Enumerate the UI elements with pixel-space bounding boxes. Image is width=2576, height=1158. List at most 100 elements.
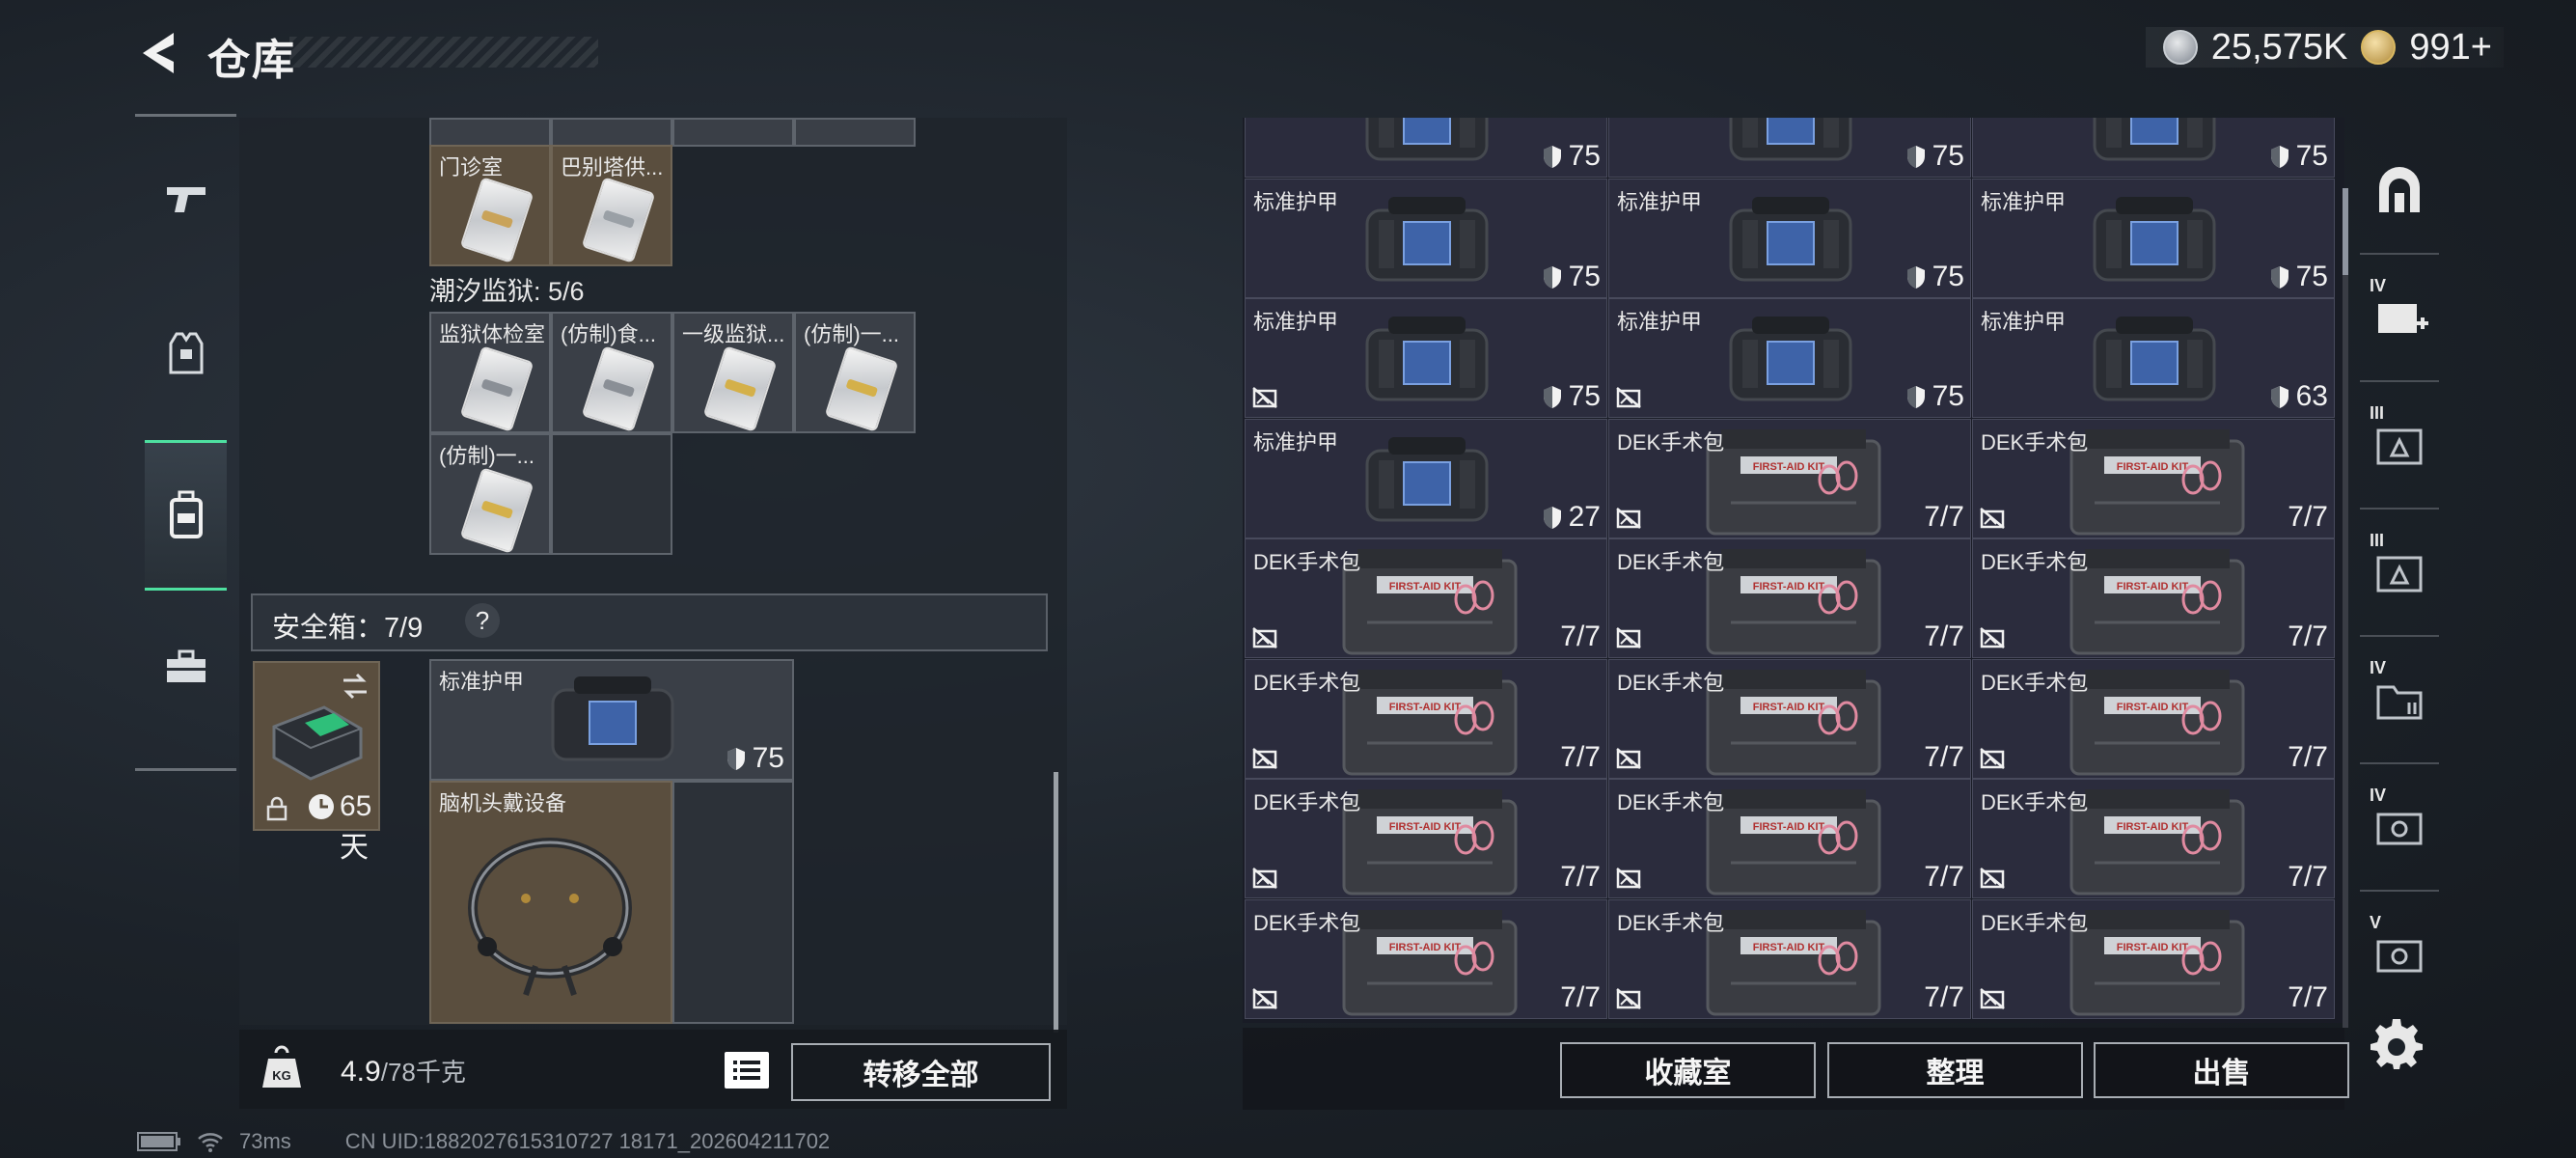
keycard-icon bbox=[581, 345, 656, 431]
stash-tab-3a[interactable]: III bbox=[2360, 382, 2439, 510]
item-label: 标准护甲 bbox=[1253, 429, 1339, 455]
item-value: 7/7 bbox=[2288, 861, 2328, 894]
inventory-footer: KG 4.9/78千克 转移全部 bbox=[239, 1030, 1067, 1109]
safe-item-headset[interactable]: 脑机头戴设备 bbox=[429, 781, 672, 1024]
expiry-days: 65天 bbox=[340, 790, 372, 864]
keycard-icon bbox=[459, 345, 534, 431]
keycard-cell[interactable]: (仿制)一... bbox=[429, 433, 551, 555]
nav-armor[interactable] bbox=[145, 281, 227, 426]
transfer-all-button[interactable]: 转移全部 bbox=[791, 1043, 1051, 1101]
kit-label-text: FIRST-AID KIT bbox=[1753, 581, 1825, 593]
gear-icon bbox=[2370, 1019, 2423, 1069]
first-aid-kit-icon: FIRST-AID KIT bbox=[1342, 549, 1518, 655]
stash-item-armor[interactable]: 标准护甲 75 bbox=[1608, 178, 1971, 298]
keycard-cell[interactable]: (仿制)食... bbox=[551, 312, 672, 433]
stash-item-first-aid-kit[interactable]: FIRST-AID KIT DEK手术包 7/7 bbox=[1972, 538, 2335, 658]
help-button[interactable]: ? bbox=[465, 603, 500, 638]
crate-storage-icon bbox=[2376, 813, 2423, 845]
stash-item-armor[interactable]: 标准护甲 75 bbox=[1972, 178, 2335, 298]
value-text: 7/7 bbox=[1924, 620, 1964, 652]
item-value: 7/7 bbox=[2288, 620, 2328, 653]
item-label: 脑机头戴设备 bbox=[439, 791, 567, 815]
keycard-cell[interactable]: (仿制)一... bbox=[794, 312, 916, 433]
stash-item-first-aid-kit[interactable]: FIRST-AID KIT DEK手术包 7/7 bbox=[1245, 538, 1607, 658]
list-icon bbox=[733, 1061, 760, 1080]
item-label: DEK手术包 bbox=[1981, 910, 2089, 935]
sell-button[interactable]: 出售 bbox=[2094, 1042, 2349, 1098]
left-scrollbar[interactable] bbox=[1054, 772, 1058, 1033]
no-image-icon bbox=[1252, 627, 1277, 648]
right-scrollbar-thumb[interactable] bbox=[2343, 188, 2348, 275]
stash-item-first-aid-kit[interactable]: FIRST-AID KIT DEK手术包 7/7 bbox=[1245, 658, 1607, 779]
item-label: DEK手术包 bbox=[1253, 550, 1361, 574]
settings-button[interactable] bbox=[2370, 1018, 2424, 1072]
stash-item-first-aid-kit[interactable]: FIRST-AID KIT DEK手术包 7/7 bbox=[1972, 418, 2335, 538]
safe-box-label: 安全箱：7/9 bbox=[272, 613, 424, 644]
page-title: 仓库 bbox=[207, 37, 296, 84]
stash-item-armor[interactable]: 标准护甲 75 bbox=[1245, 178, 1607, 298]
shield-icon bbox=[1906, 386, 1925, 408]
stash-tab-add[interactable]: IV bbox=[2360, 255, 2439, 382]
keycard-cell[interactable]: 门诊室 bbox=[429, 145, 551, 266]
item-value: 75 bbox=[1905, 140, 1964, 173]
kit-label-text: FIRST-AID KIT bbox=[1753, 702, 1825, 713]
stash-item-first-aid-kit[interactable]: FIRST-AID KIT DEK手术包 7/7 bbox=[1972, 658, 2335, 779]
weight-readout: 4.9/78千克 bbox=[341, 1053, 466, 1089]
stash-tab-5[interactable]: V bbox=[2360, 892, 2439, 1017]
safe-box-item[interactable]: 65天 bbox=[253, 661, 380, 864]
list-view-button[interactable] bbox=[725, 1052, 769, 1089]
item-label: (仿制)一... bbox=[439, 444, 534, 468]
shield-icon bbox=[1543, 386, 1561, 408]
item-label: 标准护甲 bbox=[1981, 310, 2067, 334]
stash-item-first-aid-kit[interactable]: FIRST-AID KIT DEK手术包 7/7 bbox=[1608, 658, 1971, 779]
right-scrollbar-track[interactable] bbox=[2343, 188, 2348, 1028]
stash-item-first-aid-kit[interactable]: FIRST-AID KIT DEK手术包 7/7 bbox=[1608, 418, 1971, 538]
stash-tab-all[interactable] bbox=[2360, 127, 2439, 255]
stash-item-first-aid-kit[interactable]: FIRST-AID KIT DEK手术包 7/7 bbox=[1245, 779, 1607, 898]
stash-item-first-aid-kit[interactable]: FIRST-AID KIT DEK手术包 7/7 bbox=[1608, 779, 1971, 898]
user-uid: CN UID:1882027615310727 18171_2026042117… bbox=[344, 1129, 831, 1153]
stash-item-armor[interactable]: 75 bbox=[1608, 118, 1971, 178]
value-text: 7/7 bbox=[2288, 980, 2328, 1013]
safe-item-armor[interactable]: 标准护甲 75 bbox=[429, 659, 794, 781]
stash-tab-4a[interactable]: IV bbox=[2360, 637, 2439, 764]
stash-item-first-aid-kit[interactable]: FIRST-AID KIT DEK手术包 7/7 bbox=[1608, 898, 1971, 1019]
keycard-cell[interactable]: 监狱体检室 bbox=[429, 312, 551, 433]
stash-item-first-aid-kit[interactable]: FIRST-AID KIT DEK手术包 7/7 bbox=[1972, 779, 2335, 898]
no-image-icon bbox=[1252, 987, 1277, 1009]
nav-backpack[interactable] bbox=[145, 440, 227, 591]
stash-item-first-aid-kit[interactable]: FIRST-AID KIT DEK手术包 7/7 bbox=[1245, 898, 1607, 1019]
stash-tab-3b[interactable]: III bbox=[2360, 510, 2439, 637]
collection-room-button[interactable]: 收藏室 bbox=[1560, 1042, 1816, 1098]
first-aid-kit-icon: FIRST-AID KIT bbox=[1706, 789, 1881, 896]
safe-case-icon bbox=[272, 705, 363, 781]
stash-item-armor[interactable]: 标准护甲 27 bbox=[1245, 418, 1607, 538]
shield-icon bbox=[2270, 146, 2288, 168]
stash-item-armor[interactable]: 标准护甲 75 bbox=[1608, 298, 1971, 418]
svg-text:KG: KG bbox=[272, 1068, 291, 1083]
stash-item-armor[interactable]: 标准护甲 63 bbox=[1972, 298, 2335, 418]
no-image-icon bbox=[1252, 868, 1277, 889]
tier-label: IV bbox=[2370, 658, 2387, 677]
shield-icon bbox=[2270, 386, 2288, 408]
item-value: 7/7 bbox=[1560, 861, 1601, 894]
stash-item-first-aid-kit[interactable]: FIRST-AID KIT DEK手术包 7/7 bbox=[1608, 538, 1971, 658]
item-label: DEK手术包 bbox=[1253, 790, 1361, 814]
keycard-cell[interactable]: 一级监狱... bbox=[672, 312, 794, 433]
sort-button[interactable]: 整理 bbox=[1827, 1042, 2083, 1098]
nav-weapons[interactable] bbox=[145, 126, 227, 271]
item-value: 75 bbox=[1905, 261, 1964, 293]
keycard-cell[interactable]: 巴别塔供... bbox=[551, 145, 672, 266]
back-button[interactable] bbox=[135, 29, 185, 77]
nav-toolbox[interactable] bbox=[145, 594, 227, 739]
stash-tab-4b[interactable]: IV bbox=[2360, 764, 2439, 892]
empty-slot[interactable] bbox=[672, 781, 794, 1024]
stash-item-armor[interactable]: 75 bbox=[1245, 118, 1607, 178]
empty-slot[interactable] bbox=[551, 433, 672, 555]
vault-icon bbox=[2379, 167, 2420, 212]
value-text: 7/7 bbox=[1560, 980, 1601, 1013]
stash-item-first-aid-kit[interactable]: FIRST-AID KIT DEK手术包 7/7 bbox=[1972, 898, 2335, 1019]
stash-item-armor[interactable]: 标准护甲 75 bbox=[1245, 298, 1607, 418]
armor-bag-icon bbox=[1365, 317, 1489, 401]
stash-item-armor[interactable]: 75 bbox=[1972, 118, 2335, 178]
